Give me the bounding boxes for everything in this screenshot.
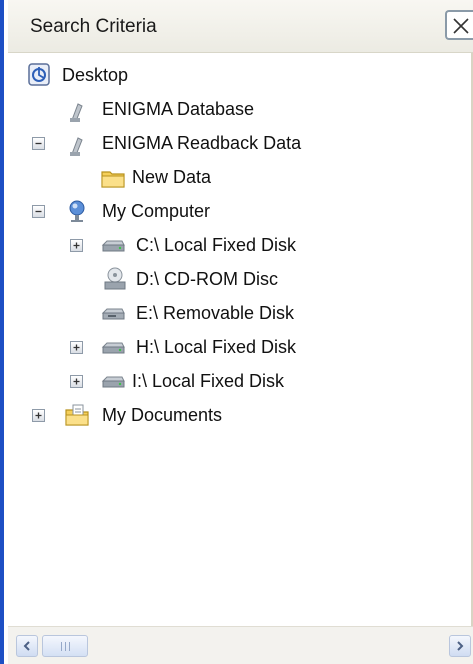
tree-item-drive-h[interactable]: H:\ Local Fixed Disk	[8, 332, 473, 362]
my-documents-icon	[65, 404, 89, 426]
cd-drive-icon	[104, 267, 126, 290]
close-icon	[453, 18, 469, 34]
plus-icon	[73, 378, 80, 385]
plus-icon	[73, 242, 80, 249]
minus-icon	[35, 142, 42, 145]
arrow-right-icon	[457, 641, 464, 651]
tree-item-enigma-readback-data[interactable]: ENIGMA Readback Data	[8, 128, 473, 158]
folder-tree[interactable]: Desktop ENIGMA Database ENIGMA Readback …	[8, 52, 473, 627]
panel-header: Search Criteria X	[8, 0, 473, 53]
collapse-toggle[interactable]	[32, 205, 45, 218]
desktop-icon	[28, 63, 50, 86]
tree-item-new-data[interactable]: New Data	[8, 162, 473, 192]
expand-toggle[interactable]	[70, 239, 83, 252]
tree-item-label: ENIGMA Readback Data	[102, 133, 302, 153]
removable-drive-icon	[101, 308, 125, 320]
scroll-thumb[interactable]	[42, 635, 88, 657]
arrow-left-icon	[23, 641, 30, 651]
thumb-grip	[65, 642, 66, 651]
tree-item-drive-e[interactable]: E:\ Removable Disk	[8, 298, 473, 328]
database-icon	[70, 103, 83, 122]
expand-toggle[interactable]	[70, 375, 83, 388]
tree-item-desktop[interactable]: Desktop	[8, 60, 473, 90]
expand-toggle[interactable]	[70, 341, 83, 354]
tree-item-my-documents[interactable]: My Documents	[8, 400, 473, 430]
close-button[interactable]: X	[445, 10, 473, 40]
tree-item-label: I:\ Local Fixed Disk	[132, 371, 285, 391]
tree-item-label: My Documents	[102, 405, 223, 425]
folder-icon	[101, 171, 125, 188]
tree-item-label: My Computer	[102, 201, 211, 221]
tree-item-label: C:\ Local Fixed Disk	[136, 235, 297, 255]
tree-item-drive-i[interactable]: I:\ Local Fixed Disk	[8, 366, 473, 396]
panel-title: Search Criteria	[30, 16, 157, 37]
thumb-grip	[69, 642, 70, 651]
tree-item-label: H:\ Local Fixed Disk	[136, 337, 297, 357]
expand-toggle[interactable]	[32, 409, 45, 422]
tree-item-label: E:\ Removable Disk	[136, 303, 295, 323]
tree-item-label: D:\ CD-ROM Disc	[136, 269, 278, 289]
scroll-left-button[interactable]	[16, 635, 38, 657]
thumb-grip	[61, 642, 62, 651]
collapse-toggle[interactable]	[32, 137, 45, 150]
hard-drive-icon	[101, 342, 125, 354]
search-criteria-panel: Search Criteria X Desktop ENIGMA Databas…	[0, 0, 473, 664]
plus-icon	[35, 412, 42, 419]
tree-item-label: Desktop	[62, 65, 129, 85]
tree-item-label: New Data	[132, 167, 212, 187]
hard-drive-icon	[101, 240, 125, 252]
tree-item-drive-c[interactable]: C:\ Local Fixed Disk	[8, 230, 473, 260]
my-computer-icon	[69, 200, 85, 222]
plus-icon	[73, 344, 80, 351]
tree-item-enigma-database[interactable]: ENIGMA Database	[8, 94, 473, 124]
horizontal-scrollbar[interactable]	[8, 626, 473, 664]
hard-drive-icon	[101, 376, 125, 388]
minus-icon	[35, 210, 42, 213]
tree-item-my-computer[interactable]: My Computer	[8, 196, 473, 226]
tree-item-label: ENIGMA Database	[102, 99, 255, 119]
database-icon	[70, 137, 83, 156]
tree-item-drive-d[interactable]: D:\ CD-ROM Disc	[8, 264, 473, 294]
scroll-right-button[interactable]	[449, 635, 471, 657]
